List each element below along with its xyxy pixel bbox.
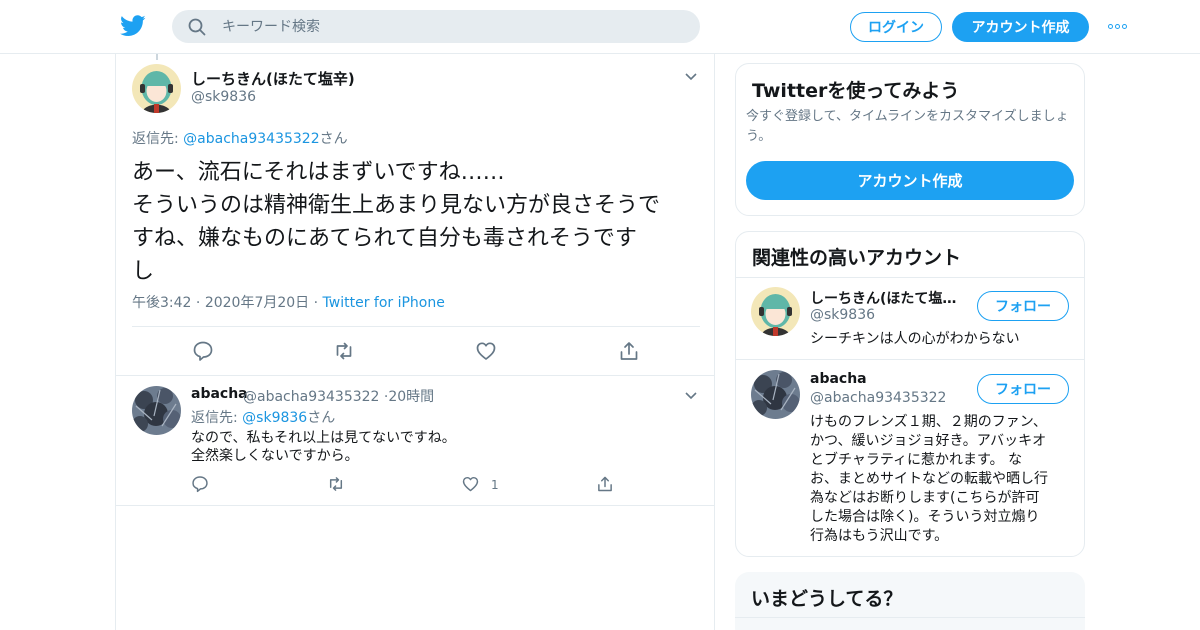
avatar[interactable] <box>132 64 181 113</box>
trends-card: いまどうしてる？ <box>735 572 1085 630</box>
signup-button[interactable]: アカウント作成 <box>952 12 1089 42</box>
thread-line <box>156 54 158 60</box>
tweet-author-handle[interactable]: @abacha93435322 ·20時間 <box>243 386 434 406</box>
follow-button[interactable]: フォロー <box>977 291 1069 321</box>
account-bio-line: シーチキンは人の心がわからない <box>810 331 1020 347</box>
tweet-date[interactable]: 2020年7月20日 <box>205 295 309 311</box>
tweet-text-line: 全然楽しくないですから。 <box>191 448 359 464</box>
share-icon[interactable] <box>618 340 640 362</box>
reply-context: 返信先: @abacha93435322さん <box>132 128 348 148</box>
account-name[interactable]: しーちきん(ほたて塩… <box>810 288 956 308</box>
divider <box>736 359 1084 360</box>
top-nav: ログイン アカウント作成 <box>0 0 1200 54</box>
account-bio-line: かつ、緩いジョジョ好き。アバッキオ <box>810 433 1047 449</box>
meta-separator: · <box>195 295 201 311</box>
avatar[interactable] <box>132 386 181 435</box>
tweet-author-handle-text[interactable]: @abacha93435322 <box>243 389 379 405</box>
tweet-relative-time[interactable]: 20時間 <box>388 389 434 405</box>
twitter-bird-icon[interactable] <box>120 14 146 38</box>
chevron-down-icon[interactable] <box>685 392 697 400</box>
account-bio-line: けものフレンズ１期、２期のファン、 <box>810 414 1047 430</box>
tweet-text-line: すね、嫌なものにあてられて自分も毒されそうです <box>132 226 637 251</box>
account-bio: けものフレンズ１期、２期のファン、 かつ、緩いジョジョ好き。アバッキオ とブチャ… <box>810 413 1048 546</box>
signup-card: Twitterを使ってみよう 今すぐ登録して、タイムラインをカスタマイズしましょ… <box>735 63 1085 216</box>
divider <box>132 326 700 327</box>
account-name[interactable]: abacha <box>810 371 867 387</box>
chevron-down-icon[interactable] <box>685 73 697 81</box>
tweet-text-line: なので、私もそれ以上は見てないですね。 <box>191 430 456 446</box>
retweet-icon[interactable] <box>333 340 355 362</box>
reply-target-link[interactable]: @abacha93435322 <box>183 131 319 147</box>
account-handle[interactable]: @abacha93435322 <box>810 390 946 406</box>
avatar[interactable] <box>751 370 800 419</box>
reply-prefix: 返信先: <box>191 410 243 426</box>
account-bio: シーチキンは人の心がわからない <box>810 330 1020 349</box>
main-column: しーちきん(ほたて塩辛) @sk9836 返信先: @abacha9343532… <box>115 54 715 630</box>
tweet-author-handle[interactable]: @sk9836 <box>191 89 256 105</box>
avatar-image <box>751 287 800 336</box>
search-bar[interactable] <box>172 10 700 43</box>
reply-suffix: さん <box>307 410 336 426</box>
signup-card-button[interactable]: アカウント作成 <box>746 161 1074 200</box>
retweet-icon[interactable] <box>326 475 346 493</box>
tweet-time[interactable]: 午後3:42 <box>132 295 191 311</box>
account-handle[interactable]: @sk9836 <box>810 307 875 323</box>
trends-title: いまどうしてる？ <box>751 588 903 610</box>
tweet-text: あー、流石にそれはまずいですね…… そういうのは精神衛生上あまり見ない方が良さそ… <box>132 156 707 288</box>
like-icon[interactable] <box>475 340 497 362</box>
reply-target-link[interactable]: @sk9836 <box>242 410 307 426</box>
account-bio-line: とブチャラティに惹かれます。 な <box>810 452 1023 468</box>
tweet-text-line: そういうのは精神衛生上あまり見ない方が良さそうで <box>132 193 661 218</box>
divider <box>735 617 1085 618</box>
divider <box>116 505 714 506</box>
tweet-author-name[interactable]: abacha <box>191 386 248 402</box>
account-bio-line: お、まとめサイトなどの転載や晒し行 <box>810 471 1048 487</box>
tweet-text-line: し <box>132 259 155 284</box>
signup-card-subtitle: 今すぐ登録して、タイムラインをカスタマイズしましょう。 <box>746 109 1069 144</box>
like-count: 1 <box>491 478 499 492</box>
divider <box>116 375 714 376</box>
share-icon[interactable] <box>596 475 614 493</box>
divider <box>736 277 1084 278</box>
related-accounts-card: 関連性の高いアカウント しーちきん(ほたて塩… @sk9836 フォロー シーチ… <box>735 231 1085 557</box>
related-accounts-title: 関連性の高いアカウント <box>752 247 962 269</box>
account-bio-line: 為などはお断りします(こちらが許可 <box>810 490 1040 506</box>
tweet-source-link[interactable]: Twitter for iPhone <box>323 295 445 311</box>
avatar-image <box>132 386 181 435</box>
tweet-metadata: 午後3:42 · 2020年7月20日 · Twitter for iPhone <box>132 292 445 312</box>
account-bio-line: 行為はもう沢山です。 <box>810 528 949 544</box>
login-button[interactable]: ログイン <box>850 12 942 42</box>
reply-prefix: 返信先: <box>132 131 184 147</box>
reply-icon[interactable] <box>192 340 214 362</box>
avatar[interactable] <box>751 287 800 336</box>
reply-suffix: さん <box>319 131 348 147</box>
reply-context: 返信先: @sk9836さん <box>191 407 335 427</box>
signup-card-title: Twitterを使ってみよう <box>752 80 960 102</box>
tweet-author-name[interactable]: しーちきん(ほたて塩辛) <box>191 68 355 89</box>
follow-button[interactable]: フォロー <box>977 374 1069 404</box>
search-icon <box>188 18 206 36</box>
meta-separator: · <box>313 295 319 311</box>
reply-icon[interactable] <box>191 475 209 493</box>
tweet-text-line: あー、流石にそれはまずいですね…… <box>132 160 505 185</box>
search-input[interactable] <box>222 10 682 43</box>
account-bio-line: した場合は除く)。そういう対立煽り <box>810 509 1040 525</box>
tweet-text: なので、私もそれ以上は見てないですね。 全然楽しくないですから。 <box>191 429 456 465</box>
like-icon[interactable] <box>461 475 480 493</box>
avatar-image <box>132 64 181 113</box>
more-icon[interactable] <box>1108 24 1127 29</box>
avatar-image <box>751 370 800 419</box>
